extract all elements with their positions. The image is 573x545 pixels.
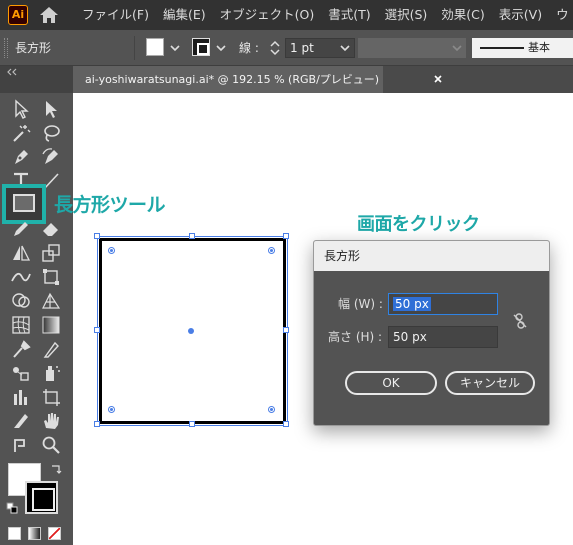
menu-window[interactable]: ウ	[556, 0, 569, 30]
center-point	[188, 328, 194, 334]
rotate-view-icon[interactable]	[10, 434, 32, 456]
tools-panel-header	[0, 66, 73, 93]
hand-icon[interactable]	[40, 410, 62, 432]
current-tool-label: 長方形	[15, 41, 52, 55]
home-icon[interactable]	[38, 5, 60, 25]
lasso-icon[interactable]	[40, 122, 62, 144]
menu-items: ファイル(F) 編集(E) オブジェクト(O) 書式(T) 選択(S) 効果(C…	[82, 0, 573, 30]
gradient-icon[interactable]	[40, 314, 62, 336]
link-icon[interactable]	[513, 313, 527, 329]
height-field[interactable]: 50 px	[388, 326, 498, 348]
document-tab-title: ai-yoshiwaratsunagi.ai* @ 192.15 % (RGB/…	[85, 73, 380, 86]
brush-definition-field[interactable]: 基本	[472, 38, 573, 58]
symbol-sprayer-icon[interactable]	[40, 362, 62, 384]
width-label: 幅 (W) :	[338, 297, 383, 311]
menu-effect[interactable]: 効果(C)	[441, 0, 484, 30]
resize-handle-br[interactable]	[283, 421, 289, 427]
resize-handle-tl[interactable]	[94, 233, 100, 239]
chevron-down-icon[interactable]	[216, 43, 226, 53]
chevron-down-icon[interactable]	[452, 43, 462, 53]
menu-type[interactable]: 書式(T)	[328, 0, 370, 30]
brush-stroke-preview	[480, 47, 524, 49]
document-tab[interactable]: ai-yoshiwaratsunagi.ai* @ 192.15 % (RGB/…	[73, 66, 442, 93]
reflect-tool-icon[interactable]	[10, 242, 32, 264]
menu-file[interactable]: ファイル(F)	[82, 0, 149, 30]
app-logo[interactable]: Ai	[8, 5, 28, 25]
menu-select[interactable]: 選択(S)	[385, 0, 428, 30]
menu-edit[interactable]: 編集(E)	[163, 0, 206, 30]
rectangle-tool-callout: 長方形ツール	[54, 194, 166, 216]
column-graph-icon[interactable]	[10, 386, 32, 408]
resize-handle-tr[interactable]	[283, 233, 289, 239]
corner-widget[interactable]	[268, 406, 275, 413]
menu-object[interactable]: オブジェクト(O)	[220, 0, 315, 30]
panel-grip[interactable]	[4, 38, 8, 58]
corner-widget[interactable]	[268, 247, 275, 254]
resize-handle-r[interactable]	[283, 327, 289, 333]
width-value: 50 px	[393, 297, 431, 311]
chevron-down-icon[interactable]	[340, 43, 350, 53]
blend-icon[interactable]	[10, 362, 32, 384]
mesh-icon[interactable]	[10, 314, 32, 336]
stroke-label: 線 :	[239, 41, 259, 55]
height-value: 50 px	[393, 330, 427, 344]
none-mode-button[interactable]	[48, 527, 61, 540]
collapse-icon[interactable]	[6, 68, 18, 76]
eraser-icon[interactable]	[40, 218, 62, 240]
artboard-icon[interactable]	[40, 386, 62, 408]
pen-tool-icon[interactable]	[10, 146, 32, 168]
stroke-swatch[interactable]	[192, 38, 210, 56]
menu-bar: Ai ファイル(F) 編集(E) オブジェクト(O) 書式(T) 選択(S) 効…	[0, 0, 573, 30]
free-transform-icon[interactable]	[40, 266, 62, 288]
fill-swatch[interactable]	[146, 38, 164, 56]
resize-handle-l[interactable]	[94, 327, 100, 333]
corner-widget[interactable]	[108, 247, 115, 254]
variable-width-field[interactable]	[358, 38, 466, 58]
zoom-icon[interactable]	[40, 434, 62, 456]
eyedropper-icon[interactable]	[10, 338, 32, 360]
direct-selection-tool-icon[interactable]	[40, 98, 62, 120]
brush-name: 基本	[528, 41, 550, 54]
cancel-button[interactable]: キャンセル	[445, 371, 535, 395]
color-mode-button[interactable]	[8, 527, 21, 540]
divider	[134, 36, 135, 60]
selection-tool-icon[interactable]	[10, 98, 32, 120]
corner-widget[interactable]	[108, 406, 115, 413]
shape-builder-icon[interactable]	[10, 290, 32, 312]
swap-icon[interactable]	[50, 463, 62, 475]
menu-view[interactable]: 表示(V)	[499, 0, 542, 30]
width-tool-icon[interactable]	[10, 266, 32, 288]
resize-handle-b[interactable]	[189, 421, 195, 427]
close-icon[interactable]	[433, 74, 443, 84]
magic-wand-icon[interactable]	[10, 122, 32, 144]
chevron-down-icon[interactable]	[170, 43, 180, 53]
perspective-grid-icon[interactable]	[40, 290, 62, 312]
height-label: 高さ (H) :	[328, 330, 383, 344]
rectangle-tool-icon	[13, 194, 35, 212]
dialog-title[interactable]: 長方形	[314, 241, 549, 271]
resize-handle-bl[interactable]	[94, 421, 100, 427]
click-canvas-callout: 画面をクリック	[357, 214, 480, 235]
stroke-weight-field[interactable]: 1 pt	[285, 38, 355, 58]
control-bar: 長方形 線 : 1 pt 基本	[0, 30, 573, 66]
scale-icon[interactable]	[40, 242, 62, 264]
measure-tool-icon[interactable]	[40, 338, 62, 360]
width-field[interactable]: 50 px	[388, 293, 498, 315]
stroke-weight-value: 1 pt	[290, 41, 314, 55]
curvature-tool-icon[interactable]	[40, 146, 62, 168]
resize-handle-t[interactable]	[189, 233, 195, 239]
stroke-color-swatch[interactable]	[25, 481, 58, 514]
slice-icon[interactable]	[10, 410, 32, 432]
ok-button[interactable]: OK	[345, 371, 437, 395]
default-colors-icon[interactable]	[6, 502, 18, 514]
rectangle-dialog: 長方形 幅 (W) : 50 px 高さ (H) : 50 px OK キャンセ…	[313, 240, 550, 426]
gradient-mode-button[interactable]	[28, 527, 41, 540]
pencil-tool-icon[interactable]	[10, 218, 32, 240]
stepper-icon[interactable]	[270, 40, 280, 56]
